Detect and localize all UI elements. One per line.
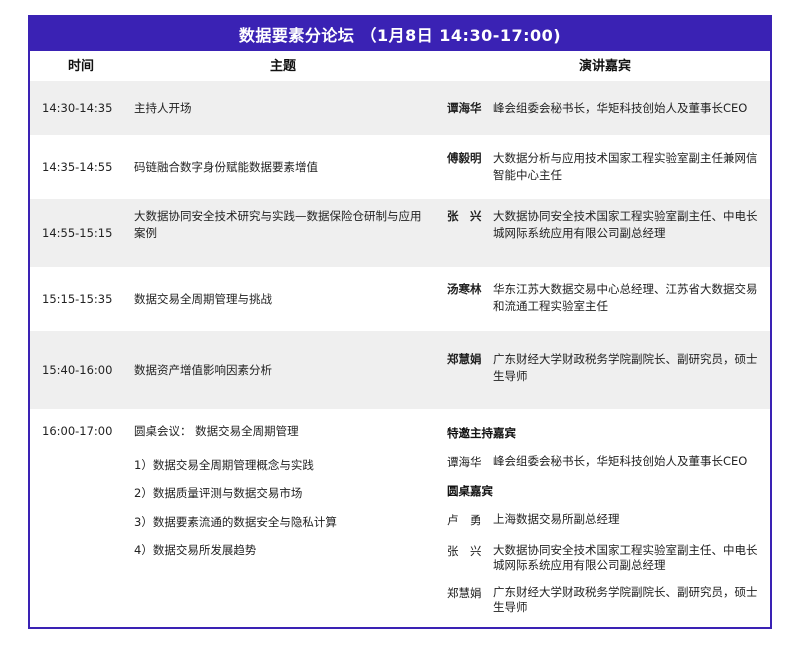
list-item: 1）数据交易全周期管理概念与实践 (134, 458, 314, 472)
row-topic: 数据交易全周期管理与挑战 (134, 291, 272, 306)
row-topic: 大数据协同安全技术研究与实践—数据保险仓研制与应用案例 (134, 209, 422, 240)
host-heading: 特邀主持嘉宾 (447, 426, 516, 440)
speaker-name: 谭海华 (447, 100, 482, 115)
row-time: 14:35-14:55 (42, 159, 113, 174)
guest-role: 大数据协同安全技术国家工程实验室副主任、中电长城网际系统应用有限公司副总经理 (493, 543, 758, 572)
row-time: 14:30-14:35 (42, 100, 113, 115)
speaker-name: 傅毅明 (447, 151, 482, 165)
row-topic: 码链融合数字身份赋能数据要素增值 (134, 159, 318, 174)
agenda-table: 数据要素分论坛 （1月8日 14:30-17:00) 时间 主题 演讲嘉宾 14… (28, 15, 772, 629)
page-title: 数据要素分论坛 （1月8日 14:30-17:00) (30, 17, 770, 51)
host-role: 峰会组委会秘书长，华矩科技创始人及董事长CEO (493, 454, 748, 468)
speaker-role: 大数据协同安全技术国家工程实验室副主任、中电长城网际系统应用有限公司副总经理 (493, 209, 758, 240)
list-item: 2）数据质量评测与数据交易市场 (134, 486, 303, 500)
table-row: 15:40-16:00 数据资产增值影响因素分析 郑慧娟 广东财经大学财政税务学… (30, 331, 770, 409)
guests-heading: 圆桌嘉宾 (447, 484, 493, 498)
list-item: 3）数据要素流通的数据安全与隐私计算 (134, 515, 337, 529)
header-time: 时间 (68, 58, 95, 74)
row-time: 15:15-15:35 (42, 291, 113, 306)
roundtable-time: 16:00-17:00 (42, 424, 113, 438)
roundtable-section: 16:00-17:00 圆桌会议： 数据交易全周期管理 1）数据交易全周期管理概… (30, 409, 770, 627)
table-row: 14:30-14:35 主持人开场 谭海华 峰会组委会秘书长，华矩科技创始人及董… (30, 81, 770, 135)
speaker-name: 张 兴 (447, 209, 482, 223)
guest-role: 广东财经大学财政税务学院副院长、副研究员，硕士生导师 (493, 585, 758, 614)
row-topic: 主持人开场 (134, 100, 192, 115)
roundtable-topic: 圆桌会议： 数据交易全周期管理 (134, 424, 299, 438)
table-row: 14:55-15:15 大数据协同安全技术研究与实践—数据保险仓研制与应用案例 … (30, 199, 770, 267)
speaker-name: 郑慧娟 (447, 352, 482, 366)
list-item: 4）数据交易所发展趋势 (134, 543, 257, 557)
host-name: 谭海华 (447, 455, 482, 469)
row-time: 14:55-15:15 (42, 225, 113, 240)
row-topic: 数据资产增值影响因素分析 (134, 362, 272, 377)
table-row: 14:35-14:55 码链融合数字身份赋能数据要素增值 傅毅明 大数据分析与应… (30, 135, 770, 199)
row-time: 15:40-16:00 (42, 362, 113, 377)
speaker-role: 峰会组委会秘书长，华矩科技创始人及董事长CEO (493, 100, 748, 115)
table-row: 15:15-15:35 数据交易全周期管理与挑战 汤寒林 华东江苏大数据交易中心… (30, 267, 770, 331)
guest-name: 卢 勇 (447, 513, 482, 527)
guest-name: 张 兴 (447, 544, 482, 558)
header-speaker: 演讲嘉宾 (579, 58, 632, 74)
guest-role: 上海数据交易所副总经理 (493, 512, 620, 526)
header-topic: 主题 (270, 58, 297, 74)
speaker-role: 大数据分析与应用技术国家工程实验室副主任兼网信智能中心主任 (493, 151, 758, 182)
guest-name: 郑慧娟 (447, 586, 482, 600)
speaker-name: 汤寒林 (447, 282, 482, 296)
speaker-role: 广东财经大学财政税务学院副院长、副研究员，硕士生导师 (493, 352, 758, 383)
speaker-role: 华东江苏大数据交易中心总经理、江苏省大数据交易和流通工程实验室主任 (493, 282, 758, 313)
